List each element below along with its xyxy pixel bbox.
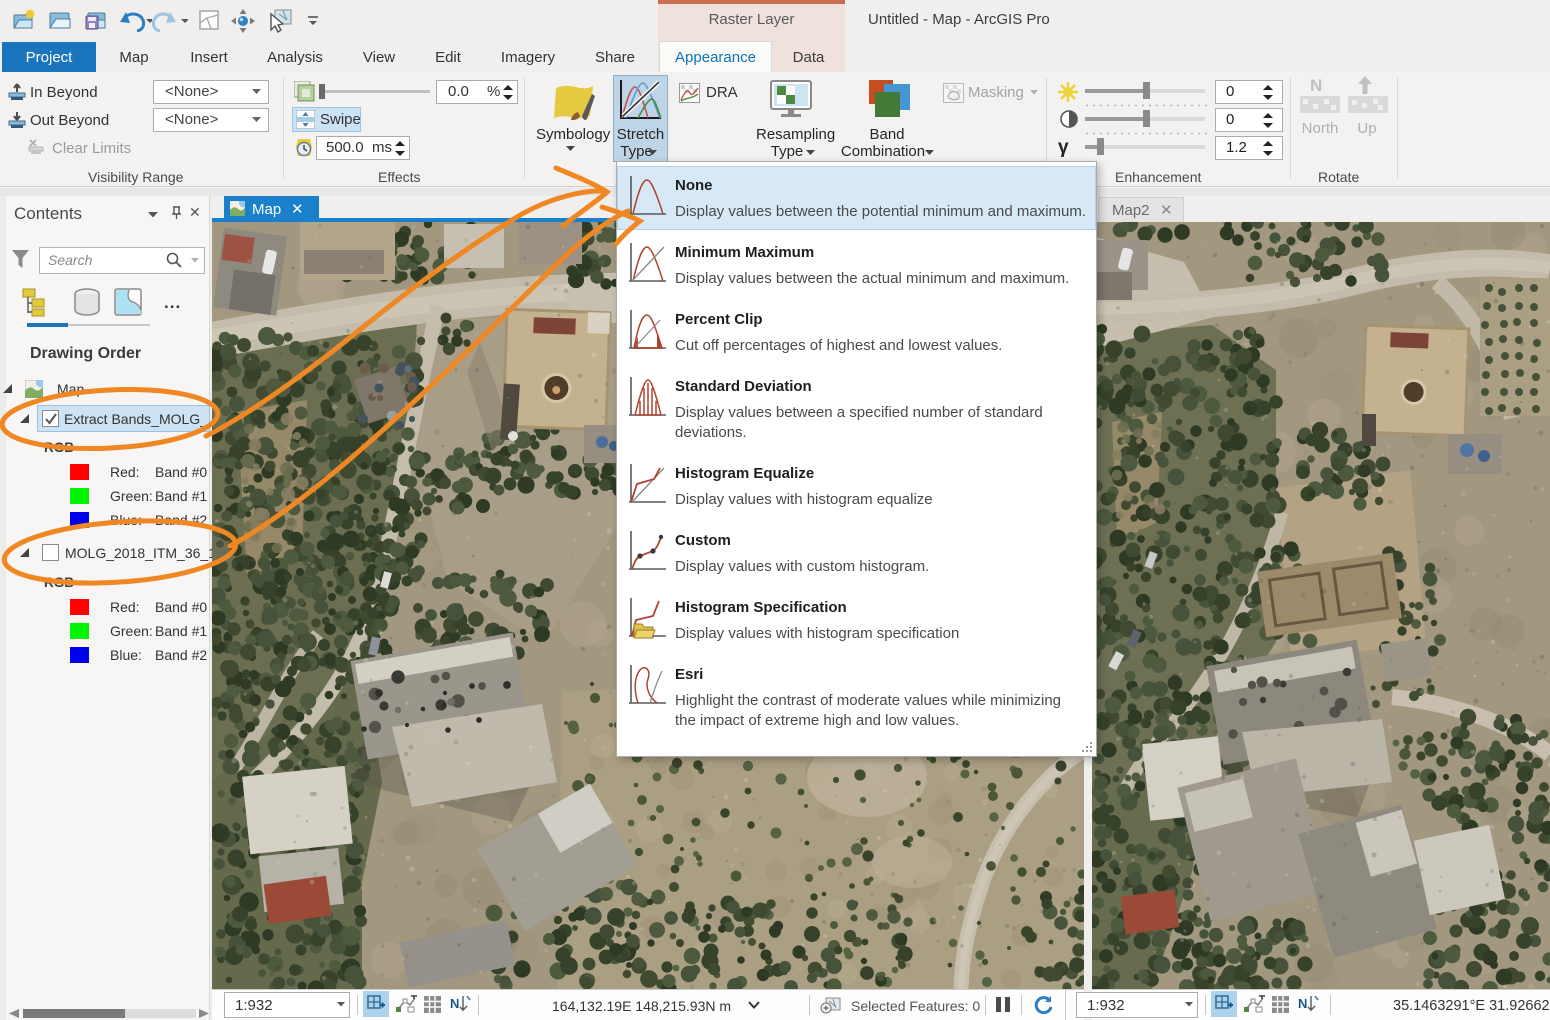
svg-text:N: N: [450, 996, 459, 1011]
svg-text:N: N: [1298, 996, 1307, 1011]
